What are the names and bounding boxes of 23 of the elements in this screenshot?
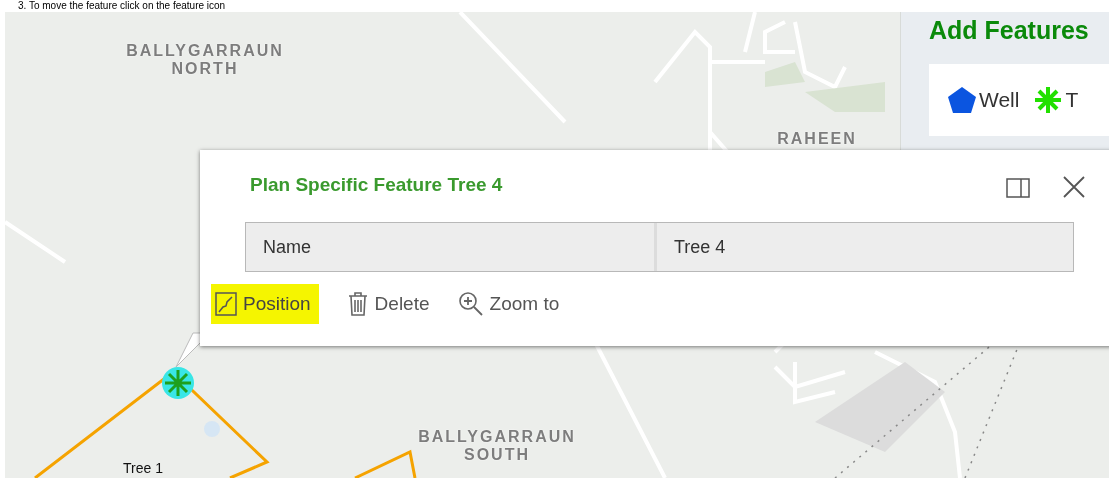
table-cell-text: Name <box>262 235 312 259</box>
feature-template[interactable]: Well <box>979 88 1020 112</box>
delete-action[interactable]: Delete <box>346 283 430 325</box>
feature-label: Tree 1 <box>123 460 163 476</box>
place-label: BALLYGARRAUN SOUTH <box>418 428 576 464</box>
zoom-action[interactable]: Zoom to <box>457 283 560 325</box>
popup-title: Plan Specific Feature Tree 4 <box>250 174 503 196</box>
zoom-in-icon <box>457 291 484 317</box>
asterisk-icon <box>1033 85 1064 115</box>
position-action[interactable]: Position <box>211 284 319 324</box>
place-label: RAHEEN <box>777 130 857 148</box>
feature-template[interactable]: T <box>1065 88 1079 112</box>
instruction-text: 3. To move the feature click on the feature icon <box>17 0 227 12</box>
trash-icon <box>346 291 369 317</box>
pentagon-icon <box>947 86 977 114</box>
panel-title: Add Features <box>929 16 1089 45</box>
close-button[interactable] <box>1062 175 1086 199</box>
edit-vertices-icon <box>215 292 237 316</box>
close-icon <box>1062 175 1086 199</box>
tree-marker-icon[interactable] <box>160 365 196 401</box>
dock-icon[interactable] <box>1006 178 1030 198</box>
table-cell: Tree 4 <box>654 223 1073 271</box>
place-label: BALLYGARRAUN NORTH <box>126 42 284 78</box>
